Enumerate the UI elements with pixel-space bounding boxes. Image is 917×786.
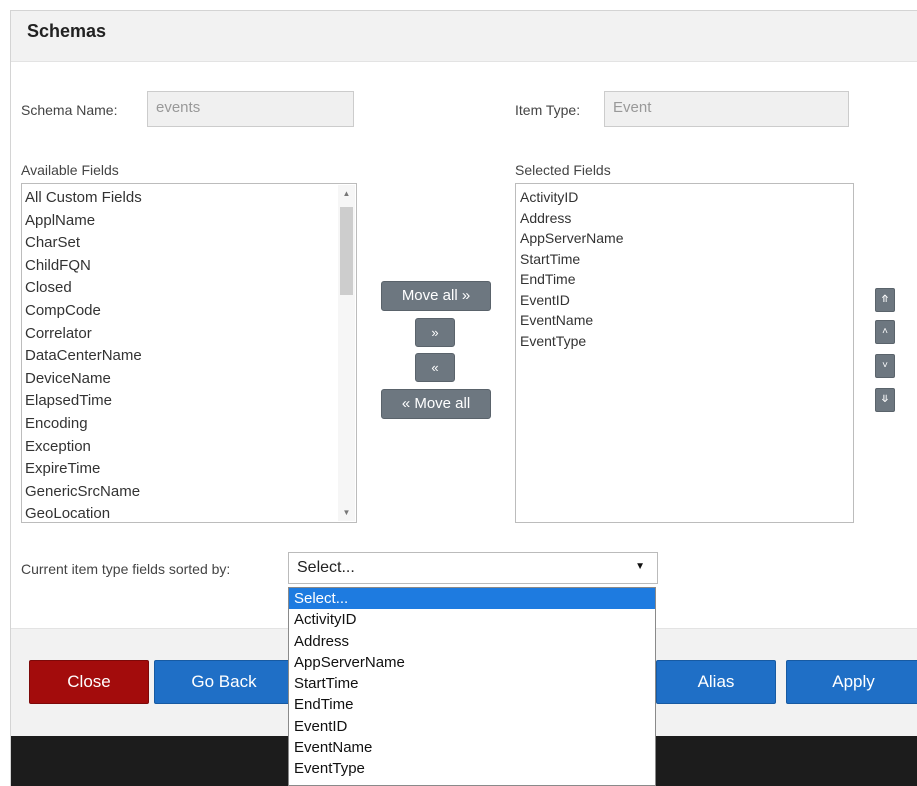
- sort-select-value: Select...: [297, 559, 355, 576]
- list-item[interactable]: ActivityID: [520, 187, 853, 208]
- move-left-button[interactable]: «: [415, 353, 455, 382]
- dialog-title: Schemas: [27, 21, 107, 41]
- list-item[interactable]: AppServerName: [520, 228, 853, 249]
- scrollbar-thumb[interactable]: [340, 207, 353, 295]
- move-all-left-button[interactable]: « Move all: [381, 389, 491, 419]
- available-fields-scrollbar[interactable]: ▲ ▼: [338, 185, 355, 521]
- list-item[interactable]: GenericSrcName: [25, 481, 356, 504]
- sort-dropdown-list[interactable]: Select... ActivityID Address AppServerNa…: [288, 587, 656, 786]
- list-item[interactable]: All Custom Fields: [25, 187, 356, 210]
- apply-button[interactable]: Apply: [786, 660, 917, 704]
- list-item[interactable]: EventID: [520, 290, 853, 311]
- list-item[interactable]: ChildFQN: [25, 255, 356, 278]
- dropdown-option[interactable]: EndTime: [289, 694, 655, 715]
- selected-fields-label: Selected Fields: [515, 162, 611, 178]
- list-item[interactable]: ApplName: [25, 210, 356, 233]
- move-up-icon[interactable]: ˄: [875, 320, 895, 344]
- schemas-dialog: Schemas Schema Name: events Item Type: E…: [10, 10, 917, 786]
- list-item[interactable]: EventType: [520, 331, 853, 352]
- schema-name-field: events: [147, 91, 354, 127]
- sort-select[interactable]: Select... ▼: [288, 552, 658, 584]
- list-item[interactable]: DeviceName: [25, 368, 356, 391]
- move-to-bottom-icon[interactable]: ⤋: [875, 388, 895, 412]
- list-item[interactable]: Closed: [25, 277, 356, 300]
- move-down-icon[interactable]: ˅: [875, 354, 895, 378]
- item-type-field: Event: [604, 91, 849, 127]
- list-item[interactable]: EventName: [520, 310, 853, 331]
- move-to-top-icon[interactable]: ⤊: [875, 288, 895, 312]
- list-item[interactable]: Correlator: [25, 323, 356, 346]
- available-fields-label: Available Fields: [21, 162, 119, 178]
- list-item[interactable]: GeoLocation: [25, 503, 356, 522]
- dropdown-option[interactable]: ActivityID: [289, 609, 655, 630]
- alias-button[interactable]: Alias: [656, 660, 776, 704]
- sort-label: Current item type fields sorted by:: [21, 561, 231, 577]
- dropdown-option[interactable]: Address: [289, 631, 655, 652]
- dropdown-option[interactable]: AppServerName: [289, 652, 655, 673]
- list-item[interactable]: EndTime: [520, 269, 853, 290]
- move-right-button[interactable]: »: [415, 318, 455, 347]
- list-item[interactable]: Address: [520, 208, 853, 229]
- dropdown-option[interactable]: EventID: [289, 716, 655, 737]
- list-item[interactable]: DataCenterName: [25, 345, 356, 368]
- dialog-header: Schemas: [11, 11, 917, 62]
- list-item[interactable]: CharSet: [25, 232, 356, 255]
- selected-fields-list[interactable]: ActivityID Address AppServerName StartTi…: [515, 183, 854, 523]
- list-item[interactable]: Encoding: [25, 413, 356, 436]
- scroll-up-arrow-icon[interactable]: ▲: [338, 189, 355, 198]
- list-item[interactable]: CompCode: [25, 300, 356, 323]
- dropdown-option[interactable]: StartTime: [289, 673, 655, 694]
- list-item[interactable]: StartTime: [520, 249, 853, 270]
- move-all-right-button[interactable]: Move all »: [381, 281, 491, 311]
- go-back-button[interactable]: Go Back: [154, 660, 294, 704]
- dropdown-option[interactable]: Select...: [289, 588, 655, 610]
- list-item[interactable]: ElapsedTime: [25, 390, 356, 413]
- schema-name-label: Schema Name:: [21, 102, 118, 118]
- close-button[interactable]: Close: [29, 660, 149, 704]
- scroll-down-arrow-icon[interactable]: ▼: [338, 508, 355, 517]
- item-type-label: Item Type:: [515, 102, 581, 118]
- list-item[interactable]: Exception: [25, 436, 356, 459]
- list-item[interactable]: ExpireTime: [25, 458, 356, 481]
- dropdown-option[interactable]: EventType: [289, 758, 655, 779]
- dropdown-option[interactable]: EventName: [289, 737, 655, 758]
- available-fields-list[interactable]: All Custom Fields ApplName CharSet Child…: [21, 183, 357, 523]
- chevron-down-icon: ▼: [635, 561, 645, 572]
